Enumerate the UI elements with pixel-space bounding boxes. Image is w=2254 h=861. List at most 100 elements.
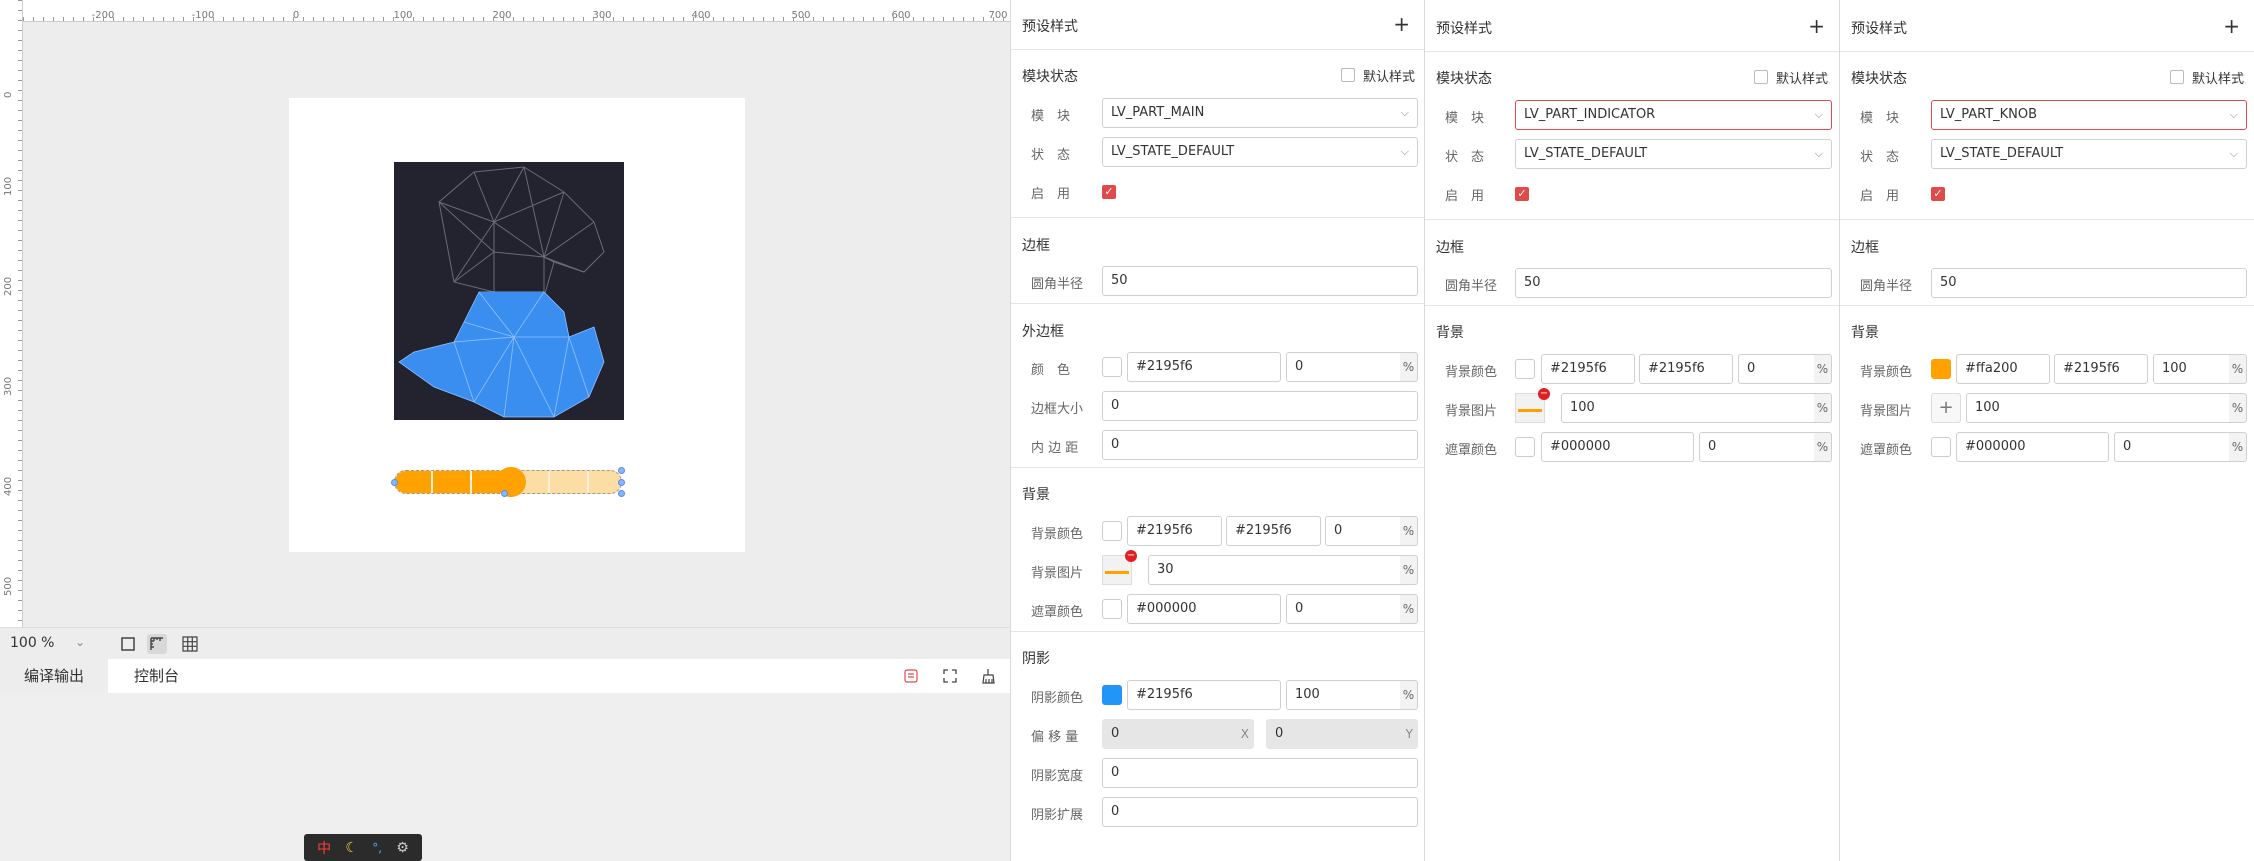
mask-color-input[interactable]: #000000 <box>1127 594 1281 624</box>
part-select[interactable]: LV_PART_INDICATOR ⌵ <box>1515 100 1832 130</box>
ruler-tick <box>323 17 324 21</box>
shadow-opa-input[interactable]: 100 <box>1286 680 1401 710</box>
moon-icon[interactable]: ☾ <box>345 840 358 856</box>
resize-handle[interactable] <box>618 467 625 474</box>
offset-x-input[interactable]: 0X <box>1102 719 1254 749</box>
slider-widget[interactable] <box>391 467 625 497</box>
resize-handle[interactable] <box>391 479 398 486</box>
mask-color-swatch[interactable] <box>1931 437 1951 457</box>
outline-width-input[interactable]: 0 <box>1102 391 1418 421</box>
tab-compile-output[interactable]: 编译输出 <box>24 659 84 693</box>
bg-img-opa-input[interactable]: 100 <box>1966 393 2230 423</box>
image-widget[interactable] <box>394 162 624 420</box>
bg-grad-color-input[interactable]: #2195f6 <box>1226 516 1321 546</box>
bg-grad-color-input[interactable]: #2195f6 <box>1639 354 1733 384</box>
part-select[interactable]: LV_PART_KNOB ⌵ <box>1931 100 2247 130</box>
percent-unit: % <box>2229 354 2247 384</box>
percent-unit: % <box>1400 680 1418 710</box>
bg-color-input[interactable]: #2195f6 <box>1541 354 1635 384</box>
mask-color-label: 遮罩颜色 <box>1445 443 1498 458</box>
tab-console[interactable]: 控制台 <box>134 659 179 693</box>
expand-icon[interactable] <box>940 666 960 686</box>
shadow-color-swatch[interactable] <box>1102 685 1122 705</box>
add-style-button[interactable]: + <box>1808 14 1825 38</box>
ruler-tick <box>18 320 22 321</box>
state-select[interactable]: LV_STATE_DEFAULT ⌵ <box>1515 139 1832 169</box>
ruler-tick <box>723 17 724 21</box>
remove-image-icon[interactable]: − <box>1125 550 1137 562</box>
ruler-tick <box>903 17 904 21</box>
mask-opa-input[interactable]: 0 <box>2114 432 2230 462</box>
bg-color-swatch[interactable] <box>1102 521 1122 541</box>
enable-checkbox[interactable]: ✓ <box>1515 187 1529 201</box>
ime-chinese-icon[interactable]: 中 <box>317 838 331 858</box>
default-style-checkbox[interactable] <box>2170 70 2184 84</box>
part-select[interactable]: LV_PART_MAIN ⌵ <box>1102 98 1418 128</box>
state-select[interactable]: LV_STATE_DEFAULT ⌵ <box>1931 139 2247 169</box>
bg-color-input[interactable]: #2195f6 <box>1127 516 1222 546</box>
bg-opa-input[interactable]: 100 <box>2153 354 2230 384</box>
outline-color-swatch[interactable] <box>1102 357 1122 377</box>
zoom-level[interactable]: 100 % <box>10 635 54 651</box>
punctuation-icon[interactable]: °, <box>372 841 382 855</box>
mask-color-input[interactable]: #000000 <box>1956 432 2109 462</box>
add-image-button[interactable]: + <box>1931 393 1961 423</box>
mask-color-swatch[interactable] <box>1515 437 1535 457</box>
default-style-checkbox[interactable] <box>1341 68 1355 82</box>
ruler-tick <box>18 480 22 481</box>
ruler-tick <box>73 17 74 21</box>
remove-image-icon[interactable]: − <box>1538 388 1550 400</box>
shadow-spread-input[interactable]: 0 <box>1102 797 1418 827</box>
enable-checkbox[interactable]: ✓ <box>1102 185 1116 199</box>
chevron-down-icon: ⌵ <box>1814 108 1823 121</box>
ime-toolbar: 中 ☾ °, ⚙ <box>304 834 422 861</box>
resize-handle[interactable] <box>501 490 508 497</box>
bg-grad-color-input[interactable]: #2195f6 <box>2054 354 2148 384</box>
chevron-down-icon[interactable]: ⌄ <box>75 635 85 649</box>
divider <box>1011 303 1424 304</box>
bg-color-swatch[interactable] <box>1931 359 1951 379</box>
background-heading: 背景 <box>1851 325 1879 341</box>
ruler-label: 200 <box>492 10 512 21</box>
mask-color-swatch[interactable] <box>1102 599 1122 619</box>
mask-color-input[interactable]: #000000 <box>1541 432 1694 462</box>
default-style-checkbox[interactable] <box>1754 70 1768 84</box>
bg-img-opa-input[interactable]: 30 <box>1148 555 1401 585</box>
segment-divider <box>587 471 589 493</box>
mask-opa-input[interactable]: 0 <box>1699 432 1815 462</box>
radius-input[interactable]: 50 <box>1515 268 1832 298</box>
bg-opa-input[interactable]: 0 <box>1325 516 1401 546</box>
ruler-tick <box>243 17 244 21</box>
frame-icon[interactable] <box>118 634 138 654</box>
state-select[interactable]: LV_STATE_DEFAULT ⌵ <box>1102 137 1418 167</box>
gear-icon[interactable]: ⚙ <box>396 840 409 856</box>
add-style-button[interactable]: + <box>1393 12 1410 36</box>
state-value: LV_STATE_DEFAULT <box>1940 146 2064 161</box>
ruler-tick <box>18 160 22 161</box>
offset-label: 偏 移 量 <box>1031 730 1079 745</box>
shadow-width-input[interactable]: 0 <box>1102 758 1418 788</box>
bg-img-opa-input[interactable]: 100 <box>1561 393 1815 423</box>
offset-y-input[interactable]: 0Y <box>1266 719 1418 749</box>
grid-icon[interactable] <box>180 634 200 654</box>
resize-handle[interactable] <box>618 490 625 497</box>
shadow-color-input[interactable]: #2195f6 <box>1127 680 1281 710</box>
enable-checkbox[interactable]: ✓ <box>1931 187 1945 201</box>
outline-pad-input[interactable]: 0 <box>1102 430 1418 460</box>
bg-color-input[interactable]: #ffa200 <box>1956 354 2050 384</box>
bg-image-thumbnail[interactable]: − <box>1515 388 1550 423</box>
outline-color-input[interactable]: #2195f6 <box>1127 352 1281 382</box>
bg-image-thumbnail[interactable]: − <box>1102 550 1137 585</box>
outline-opa-input[interactable]: 0 <box>1286 352 1401 382</box>
radius-input[interactable]: 50 <box>1102 266 1418 296</box>
mask-opa-input[interactable]: 0 <box>1286 594 1401 624</box>
bg-opa-input[interactable]: 0 <box>1738 354 1815 384</box>
bg-color-swatch[interactable] <box>1515 359 1535 379</box>
broom-icon[interactable] <box>979 666 999 686</box>
clear-log-icon[interactable] <box>901 666 921 686</box>
ruler-toggle-icon[interactable] <box>147 634 167 654</box>
radius-input[interactable]: 50 <box>1931 268 2247 298</box>
resize-handle[interactable] <box>618 479 625 486</box>
add-style-button[interactable]: + <box>2223 14 2240 38</box>
chevron-down-icon: ⌵ <box>2229 147 2238 160</box>
